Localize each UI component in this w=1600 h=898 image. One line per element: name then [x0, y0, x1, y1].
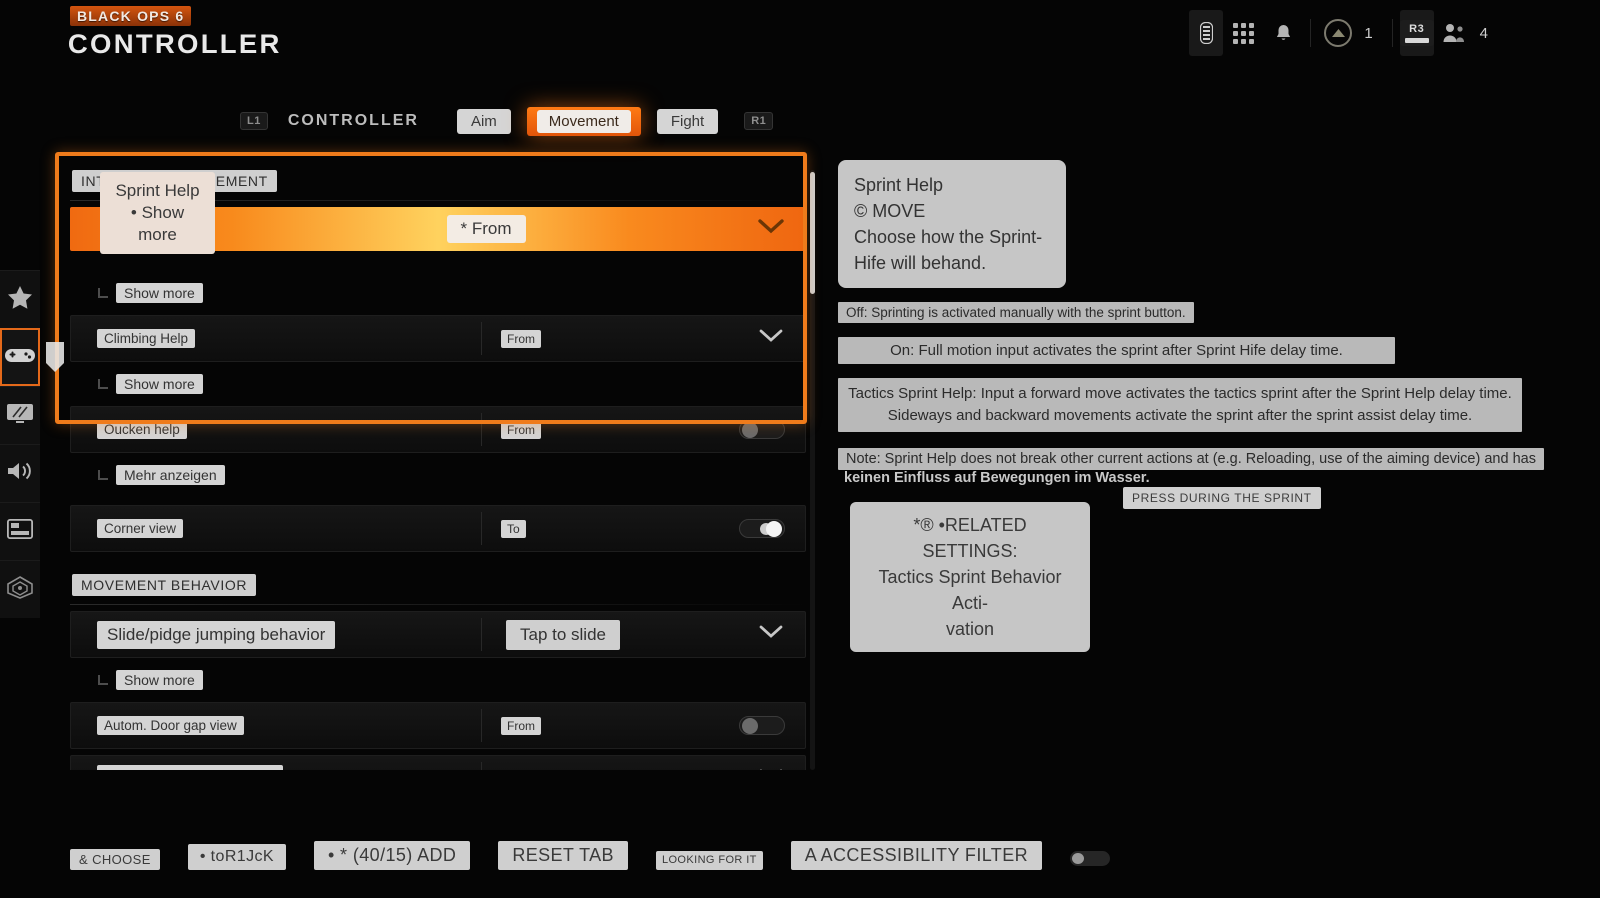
description-pane: Sprint Help © MOVE Choose how the Sprint… [838, 160, 1568, 652]
show-more-label-3[interactable]: Show more [116, 670, 203, 690]
oucken-help-label: Oucken help [97, 420, 187, 439]
chevron-down-icon[interactable] [758, 219, 784, 239]
setting-row-climbing-help[interactable]: Climbing Help From [70, 315, 806, 362]
app-root: BLACK OPS 6 CONTROLLER 1 R3 4 L1 CONTROL… [0, 0, 1600, 898]
tab-aim[interactable]: Aim [456, 108, 511, 134]
mehr-anzeigen-label[interactable]: Mehr anzeigen [116, 465, 225, 485]
corner-view-toggle[interactable] [739, 519, 785, 538]
description-binding: © MOVE [854, 201, 926, 221]
bottom-button-looking-for-it[interactable]: LOOKING FOR IT [655, 851, 763, 870]
tabbar: L1 CONTROLLER Aim Movement Fight R1 [240, 106, 774, 136]
auto-door-peek-label: Autom. Door gap view [97, 716, 244, 735]
oucken-help-toggle[interactable] [739, 420, 785, 439]
hud-layout-icon [6, 518, 34, 544]
setting-row-automatic-air-climbing[interactable]: Automatic air climbing To [70, 755, 806, 770]
group-heading-movement-behavior: MOVEMENT BEHAVIOR [72, 574, 257, 596]
setting-row-slide-dive-jump[interactable]: Slide/pidge jumping behavior Tap to slid… [70, 611, 806, 658]
battery-icon[interactable] [1189, 10, 1224, 56]
sprint-help-label: Sprint Help • Show more [100, 172, 215, 254]
r3-label: R3 [1409, 23, 1425, 35]
climbing-help-value[interactable]: From [501, 329, 541, 348]
sidebar-item-account[interactable] [0, 560, 40, 618]
left-bumper-hint[interactable]: L1 [240, 112, 268, 130]
slide-dive-jump-label: Slide/pidge jumping behavior [97, 620, 336, 649]
subrow-show-more-1[interactable]: Show more [70, 277, 806, 309]
r3-badge[interactable]: R3 [1399, 10, 1434, 56]
gamepad-icon [5, 346, 35, 369]
settings-panel: INTELLIGENT MOVEMENT * From Sprint Help … [62, 160, 814, 770]
press-during-sprint-chip: PRESS DURING THE SPRINT [1123, 487, 1321, 509]
subrow-show-more-3[interactable]: Show more [70, 664, 806, 696]
tree-elbow-icon [98, 470, 108, 480]
tabbar-section-title: CONTROLLER [287, 112, 419, 129]
tree-elbow-icon [98, 675, 108, 685]
party-count: 4 [1479, 24, 1488, 42]
sidebar-item-favorites[interactable] [0, 270, 40, 328]
description-option-on: On: Full motion input activates the spri… [838, 337, 1395, 364]
sidebar-item-interface[interactable] [0, 502, 40, 560]
related-settings-card: *® •RELATED SETTINGS: Tactics Sprint Beh… [850, 502, 1090, 652]
slide-dive-jump-value[interactable]: Tap to slide [506, 619, 620, 650]
logo-badge: BLACK OPS 6 [70, 6, 192, 26]
setting-row-corner-view[interactable]: Corner view To [70, 505, 806, 552]
description-body-line2: Hife will behand. [854, 253, 987, 273]
description-card: Sprint Help © MOVE Choose how the Sprint… [838, 160, 1066, 288]
triangle-circle-icon[interactable] [1318, 10, 1358, 56]
game-logo: BLACK OPS 6 CONTROLLER [67, 6, 282, 60]
header: BLACK OPS 6 CONTROLLER 1 R3 4 [0, 0, 1600, 66]
setting-row-oucken-help[interactable]: Oucken help From [70, 406, 806, 453]
bottom-button-accessibility-filter[interactable]: A ACCESSIBILITY FILTER [790, 841, 1043, 870]
sidebar-item-graphics[interactable] [0, 386, 40, 444]
corner-view-value[interactable]: To [501, 519, 526, 538]
description-option-off: Off: Sprinting is activated manually wit… [838, 302, 1194, 323]
auto-door-peek-value[interactable]: From [501, 716, 541, 735]
sidebar-item-audio[interactable] [0, 444, 40, 502]
show-more-label-1[interactable]: Show more [116, 283, 203, 303]
chevron-down-icon[interactable] [759, 625, 783, 644]
scrollbar-thumb[interactable] [810, 172, 815, 294]
bottom-action-bar: & CHOOSE • toR1JcK • * (40/15) ADD RESET… [70, 841, 1111, 870]
subrow-mehr-anzeigen[interactable]: Mehr anzeigen [70, 459, 806, 491]
bottom-accessibility-toggle[interactable] [1070, 851, 1111, 866]
oucken-help-value[interactable]: From [501, 420, 541, 439]
star-icon [7, 285, 33, 315]
automatic-air-climbing-value[interactable]: To [501, 769, 526, 770]
tab-movement-label: Movement [536, 109, 631, 133]
grid-icon[interactable] [1223, 10, 1263, 56]
setting-row-auto-door-peek[interactable]: Autom. Door gap view From [70, 702, 806, 749]
tree-elbow-icon [98, 379, 108, 389]
bottom-button-back[interactable]: • toR1JcK [187, 844, 286, 870]
description-option-tactics: Tactics Sprint Help: Input a forward mov… [838, 378, 1522, 432]
tab-movement[interactable]: Movement [526, 106, 641, 136]
description-note-line2: keinen Einfluss auf Bewegungen im Wasser… [844, 470, 1150, 486]
bottom-button-choose[interactable]: & CHOOSE [70, 849, 160, 870]
description-note-line1: Note: Sprint Help does not break other c… [838, 448, 1544, 470]
party-icon[interactable] [1434, 10, 1474, 56]
speaker-icon [6, 460, 34, 487]
description-body-line1: Choose how the Sprint- [854, 227, 1043, 247]
sprint-help-value[interactable]: * From [446, 215, 526, 243]
monitor-icon [6, 402, 34, 430]
sidebar [0, 270, 40, 618]
corner-view-label: Corner view [97, 519, 184, 538]
tree-elbow-icon [98, 288, 108, 298]
bottom-button-reset-tab[interactable]: RESET TAB [498, 841, 628, 870]
show-more-label-2[interactable]: Show more [116, 374, 203, 394]
subrow-show-more-2[interactable]: Show more [70, 368, 806, 400]
chevron-down-icon[interactable] [759, 329, 783, 348]
network-icon [7, 575, 33, 604]
bell-icon[interactable] [1263, 10, 1303, 56]
chevron-down-icon[interactable] [759, 769, 783, 770]
bottom-button-add[interactable]: • * (40/15) ADD [313, 841, 471, 870]
triangle-count: 1 [1364, 24, 1373, 42]
page-title: CONTROLLER [67, 29, 282, 59]
sidebar-item-controller[interactable] [0, 328, 40, 386]
tab-fight[interactable]: Fight [656, 108, 719, 134]
description-title: Sprint Help [854, 175, 944, 195]
header-status-tray: 1 R3 4 [1189, 10, 1500, 56]
auto-door-peek-toggle[interactable] [739, 716, 785, 735]
automatic-air-climbing-label: Automatic air climbing [97, 764, 284, 770]
right-bumper-hint[interactable]: R1 [744, 112, 774, 130]
climbing-help-label: Climbing Help [97, 329, 196, 348]
